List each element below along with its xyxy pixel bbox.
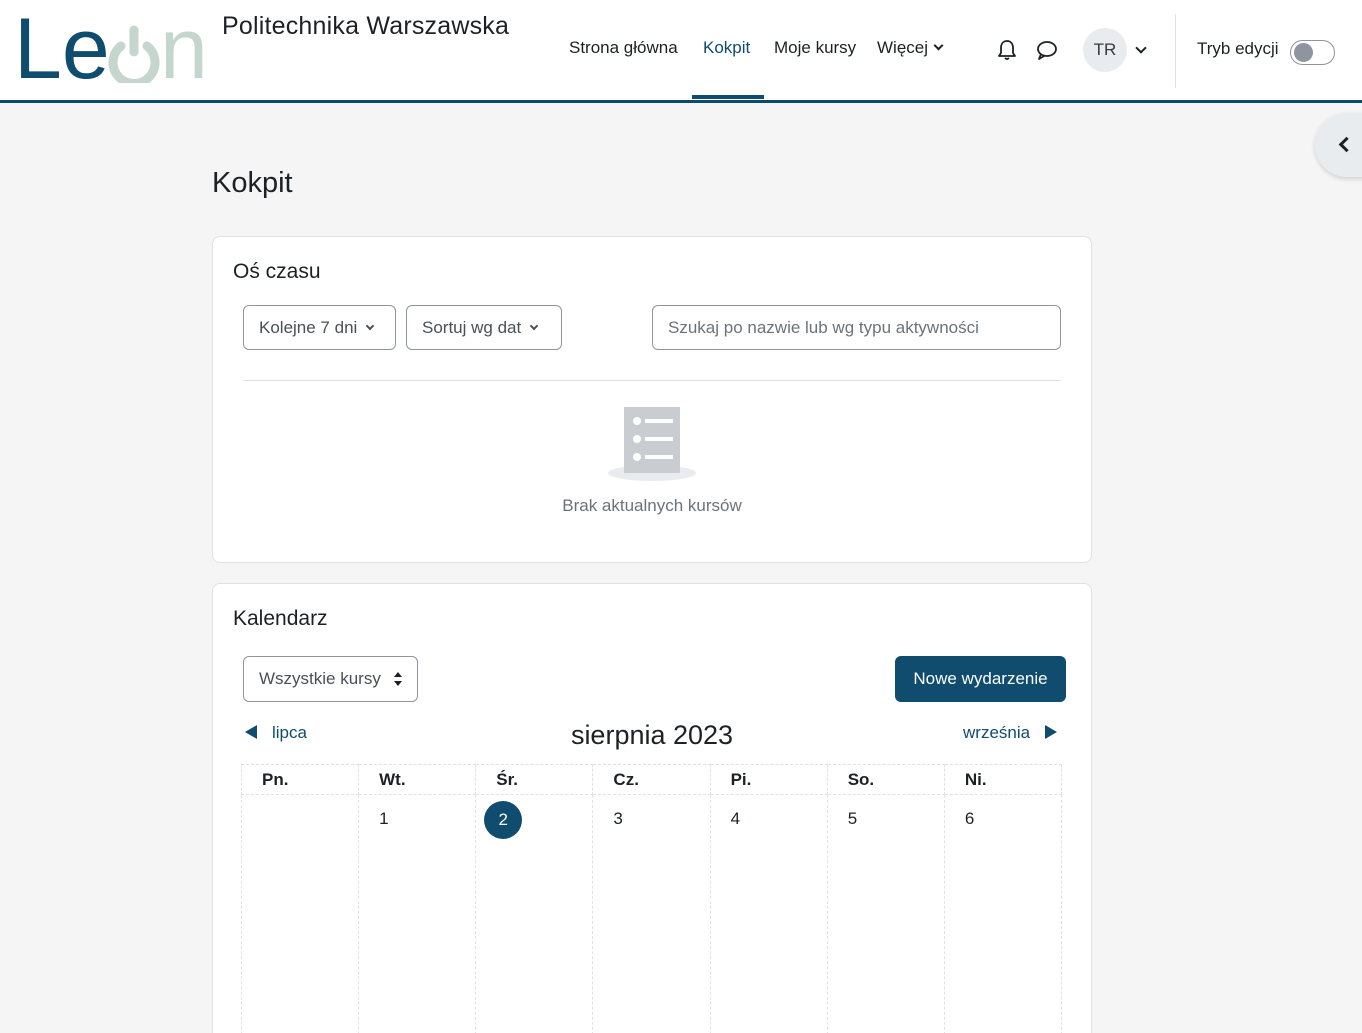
day-number: 4 — [730, 809, 741, 828]
day-number: 6 — [964, 809, 975, 828]
edit-mode-toggle[interactable] — [1290, 40, 1335, 65]
site-name: Politechnika Warszawska — [222, 12, 510, 40]
page-title: Kokpit — [212, 167, 293, 199]
calendar-day[interactable]: 4 — [709, 794, 828, 1033]
svg-text:Le: Le — [14, 8, 110, 83]
day-number: 5 — [847, 809, 858, 828]
calendar-day[interactable]: 5 — [826, 794, 945, 1033]
timeline-search-input[interactable] — [652, 305, 1061, 350]
today-day-number: 2 — [484, 801, 523, 839]
chevron-down-icon — [933, 40, 944, 51]
weekday-header: Śr. — [475, 764, 594, 795]
open-block-drawer-button[interactable] — [1315, 113, 1362, 177]
sort-updown-icon — [394, 672, 402, 686]
timeline-title: Oś czasu — [233, 260, 321, 283]
chat-icon[interactable] — [1035, 38, 1059, 62]
empty-list-icon — [608, 407, 696, 481]
calendar-title: Kalendarz — [233, 607, 328, 630]
arrow-right-icon — [1045, 725, 1058, 739]
calendar-day-empty — [240, 794, 360, 1033]
calendar-day[interactable]: 6 — [943, 794, 1063, 1033]
weekday-header: Cz. — [592, 764, 711, 795]
chevron-down-icon — [529, 321, 539, 330]
active-nav-indicator — [692, 95, 764, 99]
day-number: 1 — [379, 809, 389, 828]
toggle-knob — [1294, 43, 1313, 62]
edit-mode-label: Tryb edycji — [1197, 39, 1279, 58]
timeline-divider — [243, 380, 1061, 381]
nav-divider — [1175, 14, 1176, 88]
nav-wiecej[interactable]: Więcej — [877, 38, 944, 58]
top-navbar: Le n Politechnika Warszawska Strona głów… — [0, 0, 1362, 103]
svg-text:n: n — [160, 8, 208, 83]
chevron-left-icon — [1338, 136, 1355, 153]
empty-timeline-message: Brak aktualnych kursów — [562, 496, 742, 515]
calendar-day-today[interactable]: 2 — [475, 794, 594, 1033]
weekday-header: So. — [826, 764, 945, 795]
leon-logo[interactable]: Le n — [14, 8, 219, 83]
chevron-down-icon — [366, 321, 375, 330]
user-avatar[interactable]: TR — [1083, 28, 1127, 72]
day-filter-label: Kolejne 7 dni — [259, 317, 358, 337]
new-event-button[interactable]: Nowe wydarzenie — [895, 656, 1066, 702]
next-month-link[interactable]: września — [963, 723, 1058, 743]
next-month-label: września — [963, 723, 1031, 742]
course-select-value: Wszystkie kursy — [259, 669, 381, 688]
sort-label: Sortuj wg dat — [422, 317, 522, 337]
bell-icon[interactable] — [995, 38, 1019, 62]
user-initials: TR — [1093, 40, 1117, 59]
weekday-header: Wt. — [358, 764, 477, 795]
nav-strona-glowna[interactable]: Strona główna — [569, 38, 678, 58]
nav-moje-kursy[interactable]: Moje kursy — [774, 38, 856, 58]
calendar-grid: Pn. Wt. Śr. Cz. Pi. So. Ni. 1 2 3 4 5 6 — [240, 764, 1063, 1033]
timeline-day-filter[interactable]: Kolejne 7 dni — [243, 305, 396, 350]
nav-kokpit[interactable]: Kokpit — [703, 38, 750, 58]
course-select[interactable]: Wszystkie kursy — [243, 656, 418, 702]
current-month-title: sierpnia 2023 — [570, 720, 734, 750]
nav-wiecej-label: Więcej — [877, 38, 929, 57]
calendar-day[interactable]: 3 — [592, 794, 711, 1033]
weekday-header: Pi. — [709, 764, 828, 795]
day-number: 3 — [613, 809, 623, 828]
timeline-sort-dropdown[interactable]: Sortuj wg dat — [406, 305, 562, 350]
calendar-day[interactable]: 1 — [358, 794, 477, 1033]
user-menu-chevron-down-icon[interactable] — [1135, 42, 1147, 54]
weekday-header: Pn. — [240, 764, 360, 795]
weekday-header: Ni. — [943, 764, 1063, 795]
